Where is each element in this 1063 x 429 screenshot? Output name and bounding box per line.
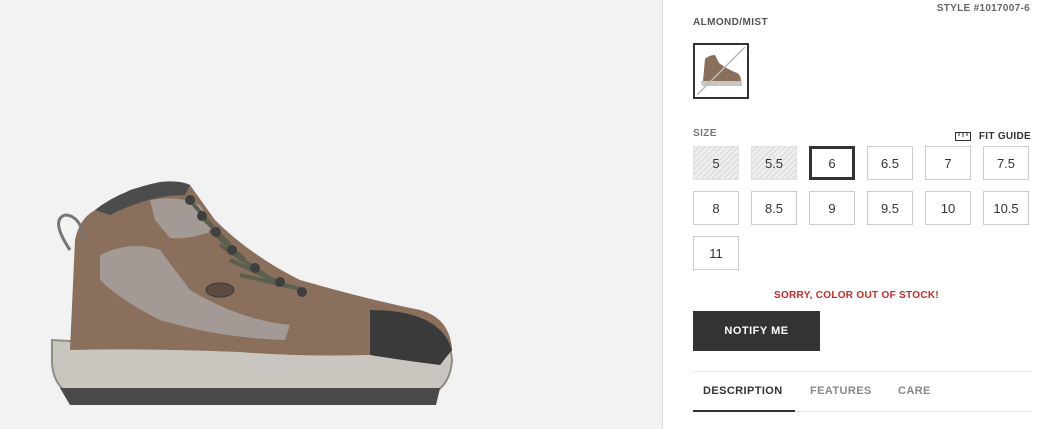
size-button[interactable]: 6 bbox=[809, 146, 855, 180]
size-button[interactable]: 6.5 bbox=[867, 146, 913, 180]
tab-description[interactable]: DESCRIPTION bbox=[703, 385, 783, 397]
size-button[interactable]: 7.5 bbox=[983, 146, 1029, 180]
fit-guide-label: FIT GUIDE bbox=[978, 131, 1031, 142]
size-button[interactable]: 10 bbox=[925, 191, 971, 225]
size-button[interactable]: 10.5 bbox=[983, 191, 1029, 225]
boot-thumbnail-icon bbox=[696, 46, 746, 96]
size-button[interactable]: 5 bbox=[693, 146, 739, 180]
product-image-gallery bbox=[0, 0, 662, 429]
active-tab-indicator bbox=[693, 410, 795, 412]
product-boot-image bbox=[50, 181, 454, 405]
product-details-panel: STYLE #1017007-6 ALMOND/MIST SIZE FIT GU… bbox=[663, 0, 1063, 429]
color-swatch-almond-mist[interactable] bbox=[693, 43, 749, 99]
size-button[interactable]: 8.5 bbox=[751, 191, 797, 225]
ruler-icon bbox=[954, 132, 971, 141]
size-label: SIZE bbox=[693, 128, 717, 139]
size-button[interactable]: 11 bbox=[693, 236, 739, 270]
size-button[interactable]: 5.5 bbox=[751, 146, 797, 180]
size-button[interactable]: 9.5 bbox=[867, 191, 913, 225]
notify-me-button[interactable]: NOTIFY ME bbox=[693, 311, 820, 351]
tabs-divider-top bbox=[693, 371, 1031, 372]
tab-features[interactable]: FEATURES bbox=[810, 385, 872, 397]
size-button[interactable]: 7 bbox=[925, 146, 971, 180]
size-button[interactable]: 9 bbox=[809, 191, 855, 225]
color-name: ALMOND/MIST bbox=[693, 17, 768, 28]
tab-care[interactable]: CARE bbox=[898, 385, 931, 397]
out-of-stock-message: SORRY, COLOR OUT OF STOCK! bbox=[773, 290, 940, 301]
fit-guide-link[interactable]: FIT GUIDE bbox=[954, 131, 1031, 142]
size-button[interactable]: 8 bbox=[693, 191, 739, 225]
style-number: STYLE #1017007-6 bbox=[936, 3, 1030, 14]
